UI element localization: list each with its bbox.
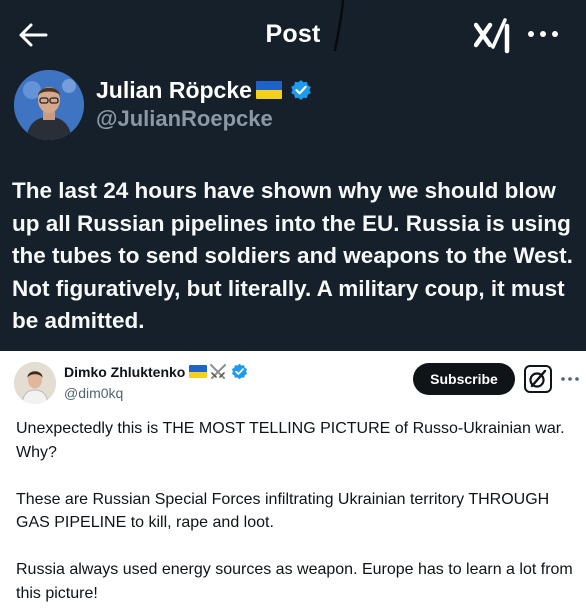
author-name[interactable]: Julian Röpcke (96, 77, 252, 104)
pen-mark-icon (333, 0, 345, 52)
more-horizontal-icon[interactable] (526, 24, 560, 44)
quoted-post-card[interactable]: Dimko Zhluktenko @dim0kq Subscribe Unexp… (0, 351, 586, 614)
quoted-author-avatar[interactable] (14, 362, 56, 404)
quoted-author-handle[interactable]: @dim0kq (64, 385, 123, 401)
quoted-paragraph: Russia always used energy sources as wea… (16, 561, 573, 602)
author-avatar[interactable] (14, 70, 84, 140)
verified-badge-icon[interactable] (231, 363, 248, 380)
ukraine-flag-icon (255, 81, 282, 99)
post-text: The last 24 hours have shown why we shou… (12, 178, 573, 333)
xai-logo-icon[interactable] (474, 16, 512, 54)
quoted-paragraph: These are Russian Special Forces infiltr… (16, 490, 550, 532)
quoted-paragraph: Unexpectedly this is THE MOST TELLING PI… (16, 420, 565, 461)
more-horizontal-icon[interactable] (560, 373, 580, 385)
quoted-post-text: Unexpectedly this is THE MOST TELLING PI… (16, 417, 576, 614)
main-post-panel: Post Julian Röpcke @JulianRoepcke The la… (0, 0, 586, 351)
top-bar: Post (0, 0, 586, 70)
quoted-author-name-row[interactable]: Dimko Zhluktenko (64, 363, 248, 380)
author-name-row[interactable]: Julian Röpcke (96, 76, 312, 104)
crossed-swords-icon (210, 363, 227, 379)
grok-icon[interactable] (524, 365, 552, 393)
subscribe-button[interactable]: Subscribe (413, 363, 515, 395)
author-handle[interactable]: @JulianRoepcke (96, 106, 273, 132)
verified-badge-icon[interactable] (290, 79, 312, 101)
quoted-author-name[interactable]: Dimko Zhluktenko (64, 364, 185, 380)
ukraine-flag-icon (189, 365, 208, 378)
